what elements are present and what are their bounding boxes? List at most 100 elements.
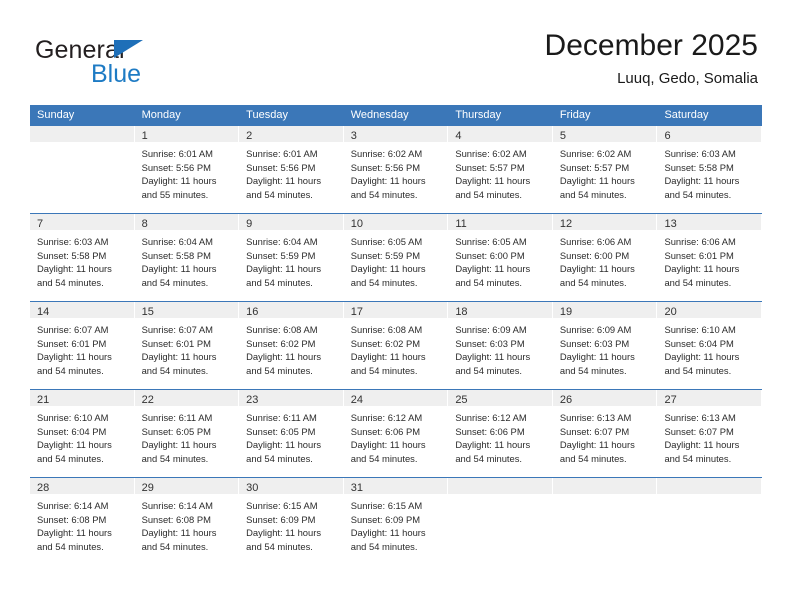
calendar-day-cell[interactable]: 19 Sunrise: 6:09 AM Sunset: 6:03 PM Dayligh…	[552, 302, 658, 389]
daylight-text-line2: and 54 minutes.	[559, 364, 627, 376]
calendar-day-cell[interactable]: 8 Sunrise: 6:04 AM Sunset: 5:58 PM Daylight…	[134, 214, 240, 301]
calendar-day-cell[interactable]: 11 Sunrise: 6:05 AM Sunset: 6:00 PM Dayligh…	[448, 214, 553, 301]
calendar-day-cell[interactable]: 1 Sunrise: 6:01 AM Sunset: 5:56 PM Daylight…	[134, 126, 240, 213]
day-number-band: 2	[239, 126, 344, 142]
sunset-text: Sunset: 5:57 PM	[559, 161, 630, 173]
calendar-day-cell[interactable]: 10 Sunrise: 6:05 AM Sunset: 5:59 PM Dayligh…	[343, 214, 449, 301]
day-number-band: 3	[343, 126, 449, 142]
daylight-text-line1: Daylight: 11 hours	[350, 527, 426, 539]
calendar-day-cell[interactable]: 26 Sunrise: 6:13 AM Sunset: 6:07 PM Dayligh…	[552, 390, 658, 477]
calendar-day-cell[interactable]: 15 Sunrise: 6:07 AM Sunset: 6:01 PM Dayligh…	[134, 302, 240, 389]
day-details: Sunrise: 6:10 AM Sunset: 6:04 PM Daylight:…	[30, 406, 135, 465]
day-number-band: 18	[448, 302, 553, 318]
calendar-day-cell[interactable]: 7 Sunrise: 6:03 AM Sunset: 5:58 PM Daylight…	[30, 214, 135, 301]
day-details: Sunrise: 6:08 AM Sunset: 6:02 PM Daylight:…	[344, 318, 449, 377]
weekday-header-monday: Monday	[141, 109, 181, 121]
calendar-week-row: 14 Sunrise: 6:07 AM Sunset: 6:01 PM Dayligh…	[30, 301, 763, 389]
calendar-day-cell[interactable]: 3 Sunrise: 6:02 AM Sunset: 5:56 PM Daylight…	[343, 126, 449, 213]
day-number-band	[448, 478, 553, 494]
daylight-text-line1: Daylight: 11 hours	[141, 263, 217, 275]
sunrise-text: Sunrise: 6:13 AM	[664, 412, 736, 423]
calendar-day-cell-empty	[30, 126, 135, 213]
daylight-text-line2: and 54 minutes.	[141, 452, 209, 464]
day-details: Sunrise: 6:02 AM Sunset: 5:57 PM Daylight:…	[448, 142, 553, 201]
day-details: Sunrise: 6:10 AM Sunset: 6:04 PM Daylight:…	[657, 318, 762, 377]
day-details: Sunrise: 6:11 AM Sunset: 6:05 PM Daylight:…	[135, 406, 240, 465]
sunset-text: Sunset: 6:01 PM	[141, 337, 211, 349]
daylight-text-line1: Daylight: 11 hours	[664, 175, 740, 187]
calendar-day-cell[interactable]: 29 Sunrise: 6:14 AM Sunset: 6:08 PM Dayligh…	[134, 478, 240, 567]
sunset-text: Sunset: 5:59 PM	[246, 249, 316, 261]
day-details: Sunrise: 6:03 AM Sunset: 5:58 PM Daylight:…	[30, 230, 135, 289]
calendar-day-cell-empty	[448, 478, 553, 567]
calendar-week-row: 21 Sunrise: 6:10 AM Sunset: 6:04 PM Dayligh…	[30, 389, 763, 477]
calendar-day-cell[interactable]: 31 Sunrise: 6:15 AM Sunset: 6:09 PM Dayligh…	[343, 478, 449, 567]
daylight-text-line2: and 54 minutes.	[37, 276, 104, 288]
calendar-grid: Sunday Monday Tuesday Wednesday Thursday Frid…	[30, 105, 763, 567]
daylight-text-line1: Daylight: 11 hours	[37, 351, 112, 363]
daylight-text-line1: Daylight: 11 hours	[350, 263, 426, 275]
daylight-text-line1: Daylight: 11 hours	[141, 527, 217, 539]
day-number: 13	[664, 218, 677, 230]
calendar-day-cell[interactable]: 13 Sunrise: 6:06 AM Sunset: 6:01 PM Dayligh…	[657, 214, 763, 301]
day-number: 29	[141, 482, 154, 494]
sunset-text: Sunset: 6:09 PM	[246, 513, 316, 525]
sunset-text: Sunset: 6:04 PM	[664, 337, 734, 349]
day-number: 1	[141, 130, 148, 142]
calendar-day-cell[interactable]: 28 Sunrise: 6:14 AM Sunset: 6:08 PM Dayligh…	[30, 478, 135, 567]
daylight-text-line2: and 54 minutes.	[350, 452, 418, 464]
calendar-day-cell[interactable]: 22 Sunrise: 6:11 AM Sunset: 6:05 PM Dayligh…	[134, 390, 240, 477]
calendar-day-cell[interactable]: 2 Sunrise: 6:01 AM Sunset: 5:56 PM Daylight…	[239, 126, 344, 213]
day-number: 5	[559, 130, 567, 142]
calendar-day-cell[interactable]: 25 Sunrise: 6:12 AM Sunset: 6:06 PM Dayligh…	[448, 390, 553, 477]
calendar-day-cell[interactable]: 30 Sunrise: 6:15 AM Sunset: 6:09 PM Dayligh…	[239, 478, 344, 567]
calendar-day-cell[interactable]: 5 Sunrise: 6:02 AM Sunset: 5:57 PM Daylight…	[552, 126, 658, 213]
day-number: 17	[350, 306, 363, 318]
calendar-day-cell[interactable]: 16 Sunrise: 6:08 AM Sunset: 6:02 PM Dayligh…	[239, 302, 344, 389]
daylight-text-line1: Daylight: 11 hours	[246, 527, 322, 539]
daylight-text-line1: Daylight: 11 hours	[246, 351, 322, 363]
daylight-text-line1: Daylight: 11 hours	[350, 351, 426, 363]
sunrise-text: Sunrise: 6:08 AM	[350, 324, 423, 335]
day-number-band	[30, 126, 135, 142]
sunset-text: Sunset: 6:08 PM	[37, 513, 107, 525]
calendar-day-cell[interactable]: 17 Sunrise: 6:08 AM Sunset: 6:02 PM Dayligh…	[343, 302, 449, 389]
day-number-band: 21	[30, 390, 135, 406]
day-number-band: 5	[552, 126, 658, 142]
calendar-day-cell[interactable]: 27 Sunrise: 6:13 AM Sunset: 6:07 PM Dayligh…	[657, 390, 763, 477]
day-number: 3	[350, 130, 357, 142]
calendar-day-cell[interactable]: 18 Sunrise: 6:09 AM Sunset: 6:03 PM Dayligh…	[448, 302, 553, 389]
daylight-text-line1: Daylight: 11 hours	[37, 527, 112, 539]
day-number: 8	[141, 218, 148, 230]
day-number: 22	[141, 394, 154, 406]
calendar-day-cell[interactable]: 21 Sunrise: 6:10 AM Sunset: 6:04 PM Dayligh…	[30, 390, 135, 477]
calendar-day-cell[interactable]: 23 Sunrise: 6:11 AM Sunset: 6:05 PM Dayligh…	[239, 390, 344, 477]
weekday-header-thursday: Thursday	[455, 109, 502, 121]
calendar-day-cell[interactable]: 4 Sunrise: 6:02 AM Sunset: 5:57 PM Daylight…	[448, 126, 553, 213]
day-number-band	[657, 478, 763, 494]
sunrise-text: Sunrise: 6:14 AM	[141, 500, 213, 511]
day-number: 26	[559, 394, 573, 406]
calendar-day-cell[interactable]: 20 Sunrise: 6:10 AM Sunset: 6:04 PM Dayligh…	[657, 302, 763, 389]
sunrise-text: Sunrise: 6:04 AM	[246, 236, 318, 247]
weekday-header-row: Sunday Monday Tuesday Wednesday Thursday Frid…	[30, 105, 762, 125]
day-details: Sunrise: 6:15 AM Sunset: 6:09 PM Daylight:…	[344, 494, 449, 553]
day-number: 24	[350, 394, 363, 406]
sunrise-text: Sunrise: 6:07 AM	[141, 324, 213, 335]
daylight-text-line2: and 54 minutes.	[559, 276, 627, 288]
day-number: 31	[350, 482, 363, 494]
sunset-text: Sunset: 6:07 PM	[664, 425, 734, 437]
daylight-text-line2: and 54 minutes.	[350, 540, 418, 552]
calendar-day-cell[interactable]: 12 Sunrise: 6:06 AM Sunset: 6:00 PM Dayligh…	[552, 214, 658, 301]
calendar-day-cell[interactable]: 24 Sunrise: 6:12 AM Sunset: 6:06 PM Dayligh…	[343, 390, 449, 477]
day-number: 16	[246, 306, 259, 318]
sunrise-text: Sunrise: 6:15 AM	[246, 500, 318, 511]
day-number: 19	[559, 306, 573, 318]
day-details: Sunrise: 6:13 AM Sunset: 6:07 PM Daylight:…	[657, 406, 762, 465]
calendar-day-cell[interactable]: 14 Sunrise: 6:07 AM Sunset: 6:01 PM Dayligh…	[30, 302, 135, 389]
calendar-day-cell[interactable]: 9 Sunrise: 6:04 AM Sunset: 5:59 PM Daylight…	[239, 214, 344, 301]
day-number-band: 16	[239, 302, 344, 318]
calendar-day-cell-empty	[552, 478, 658, 567]
daylight-text-line1: Daylight: 11 hours	[246, 175, 322, 187]
calendar-day-cell[interactable]: 6 Sunrise: 6:03 AM Sunset: 5:58 PM Daylight…	[657, 126, 763, 213]
